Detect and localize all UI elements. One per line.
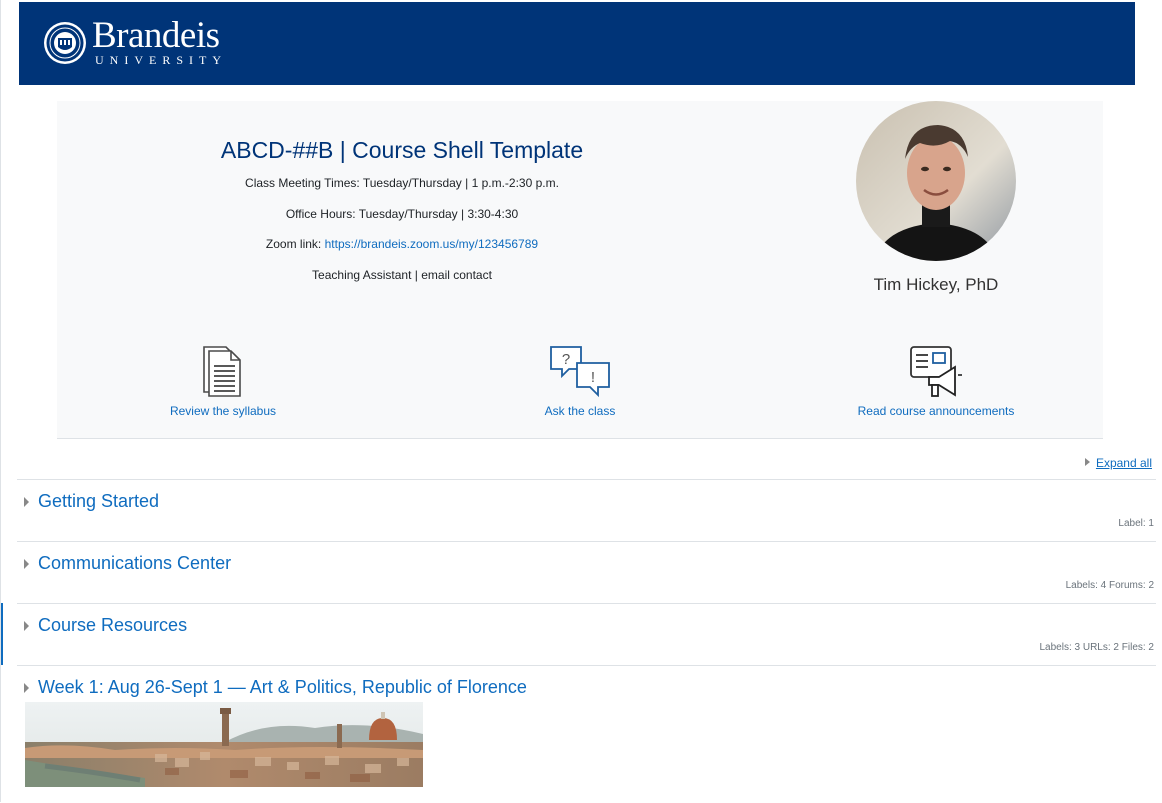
office-hours: Office Hours: Tuesday/Thursday | 3:30-4:… xyxy=(285,207,519,221)
section-title[interactable]: Communications Center xyxy=(38,553,231,574)
section-getting-started[interactable]: Getting Started Label: 1 xyxy=(17,479,1156,542)
section-title[interactable]: Week 1: Aug 26-Sept 1 — Art & Politics, … xyxy=(38,677,527,698)
section-toggle-icon[interactable] xyxy=(24,497,29,507)
section-activity-summary: Labels: 3 URLs: 2 Files: 2 xyxy=(1039,642,1155,653)
zoom-label: Zoom link: xyxy=(265,237,325,251)
syllabus-link[interactable]: Review the syllabus xyxy=(123,345,323,418)
ask-the-class-label: Ask the class xyxy=(544,404,616,418)
megaphone-icon xyxy=(910,346,962,397)
meeting-times: Class Meeting Times: Tuesday/Thursday | … xyxy=(245,176,559,190)
announcements-link-label: Read course announcements xyxy=(857,404,1015,418)
florence-panorama-image xyxy=(25,702,423,787)
section-communications-center[interactable]: Communications Center Labels: 4 Forums: … xyxy=(17,541,1156,604)
syllabus-link-label: Review the syllabus xyxy=(169,404,277,418)
course-header-card: ABCD-##B | Course Shell Template Class M… xyxy=(57,101,1103,439)
svg-text:?: ? xyxy=(562,351,570,368)
logo-wordmark: Brandeis xyxy=(92,15,220,56)
brandeis-banner: Brandeis UNIVERSITY xyxy=(19,2,1135,85)
section-activity-summary: Label: 1 xyxy=(1118,518,1154,529)
teaching-assistant-line: Teaching Assistant | email contact xyxy=(312,268,492,282)
document-icon xyxy=(203,346,241,397)
instructor-name: Tim Hickey, PhD xyxy=(873,275,999,294)
section-toggle-icon[interactable] xyxy=(24,621,29,631)
section-title[interactable]: Course Resources xyxy=(38,615,187,636)
section-toggle-icon[interactable] xyxy=(24,683,29,693)
logo-subtitle: UNIVERSITY xyxy=(95,53,227,67)
page-left-border xyxy=(0,0,1,802)
expand-all-button[interactable]: Expand all xyxy=(1084,456,1152,470)
zoom-line: Zoom link: https://brandeis.zoom.us/my/1… xyxy=(57,237,747,251)
university-seal-icon xyxy=(44,22,86,64)
section-course-resources[interactable]: Course Resources Labels: 3 URLs: 2 Files… xyxy=(17,603,1156,666)
ask-the-class-link[interactable]: ? ! Ask the class xyxy=(480,345,680,418)
expand-all-label: Expand all xyxy=(1095,456,1152,470)
speech-bubbles-icon: ? ! xyxy=(550,346,610,398)
course-title: ABCD-##B | Course Shell Template xyxy=(220,137,584,163)
zoom-link[interactable]: https://brandeis.zoom.us/my/123456789 xyxy=(325,237,538,251)
section-activity-summary: Labels: 4 Forums: 2 xyxy=(1065,580,1154,591)
svg-text:!: ! xyxy=(591,369,595,386)
instructor-avatar xyxy=(856,101,1016,261)
active-section-indicator xyxy=(1,603,3,665)
announcements-link[interactable]: Read course announcements xyxy=(836,345,1036,418)
expand-all-icon xyxy=(1084,458,1090,466)
section-title[interactable]: Getting Started xyxy=(38,491,159,512)
section-toggle-icon[interactable] xyxy=(24,559,29,569)
